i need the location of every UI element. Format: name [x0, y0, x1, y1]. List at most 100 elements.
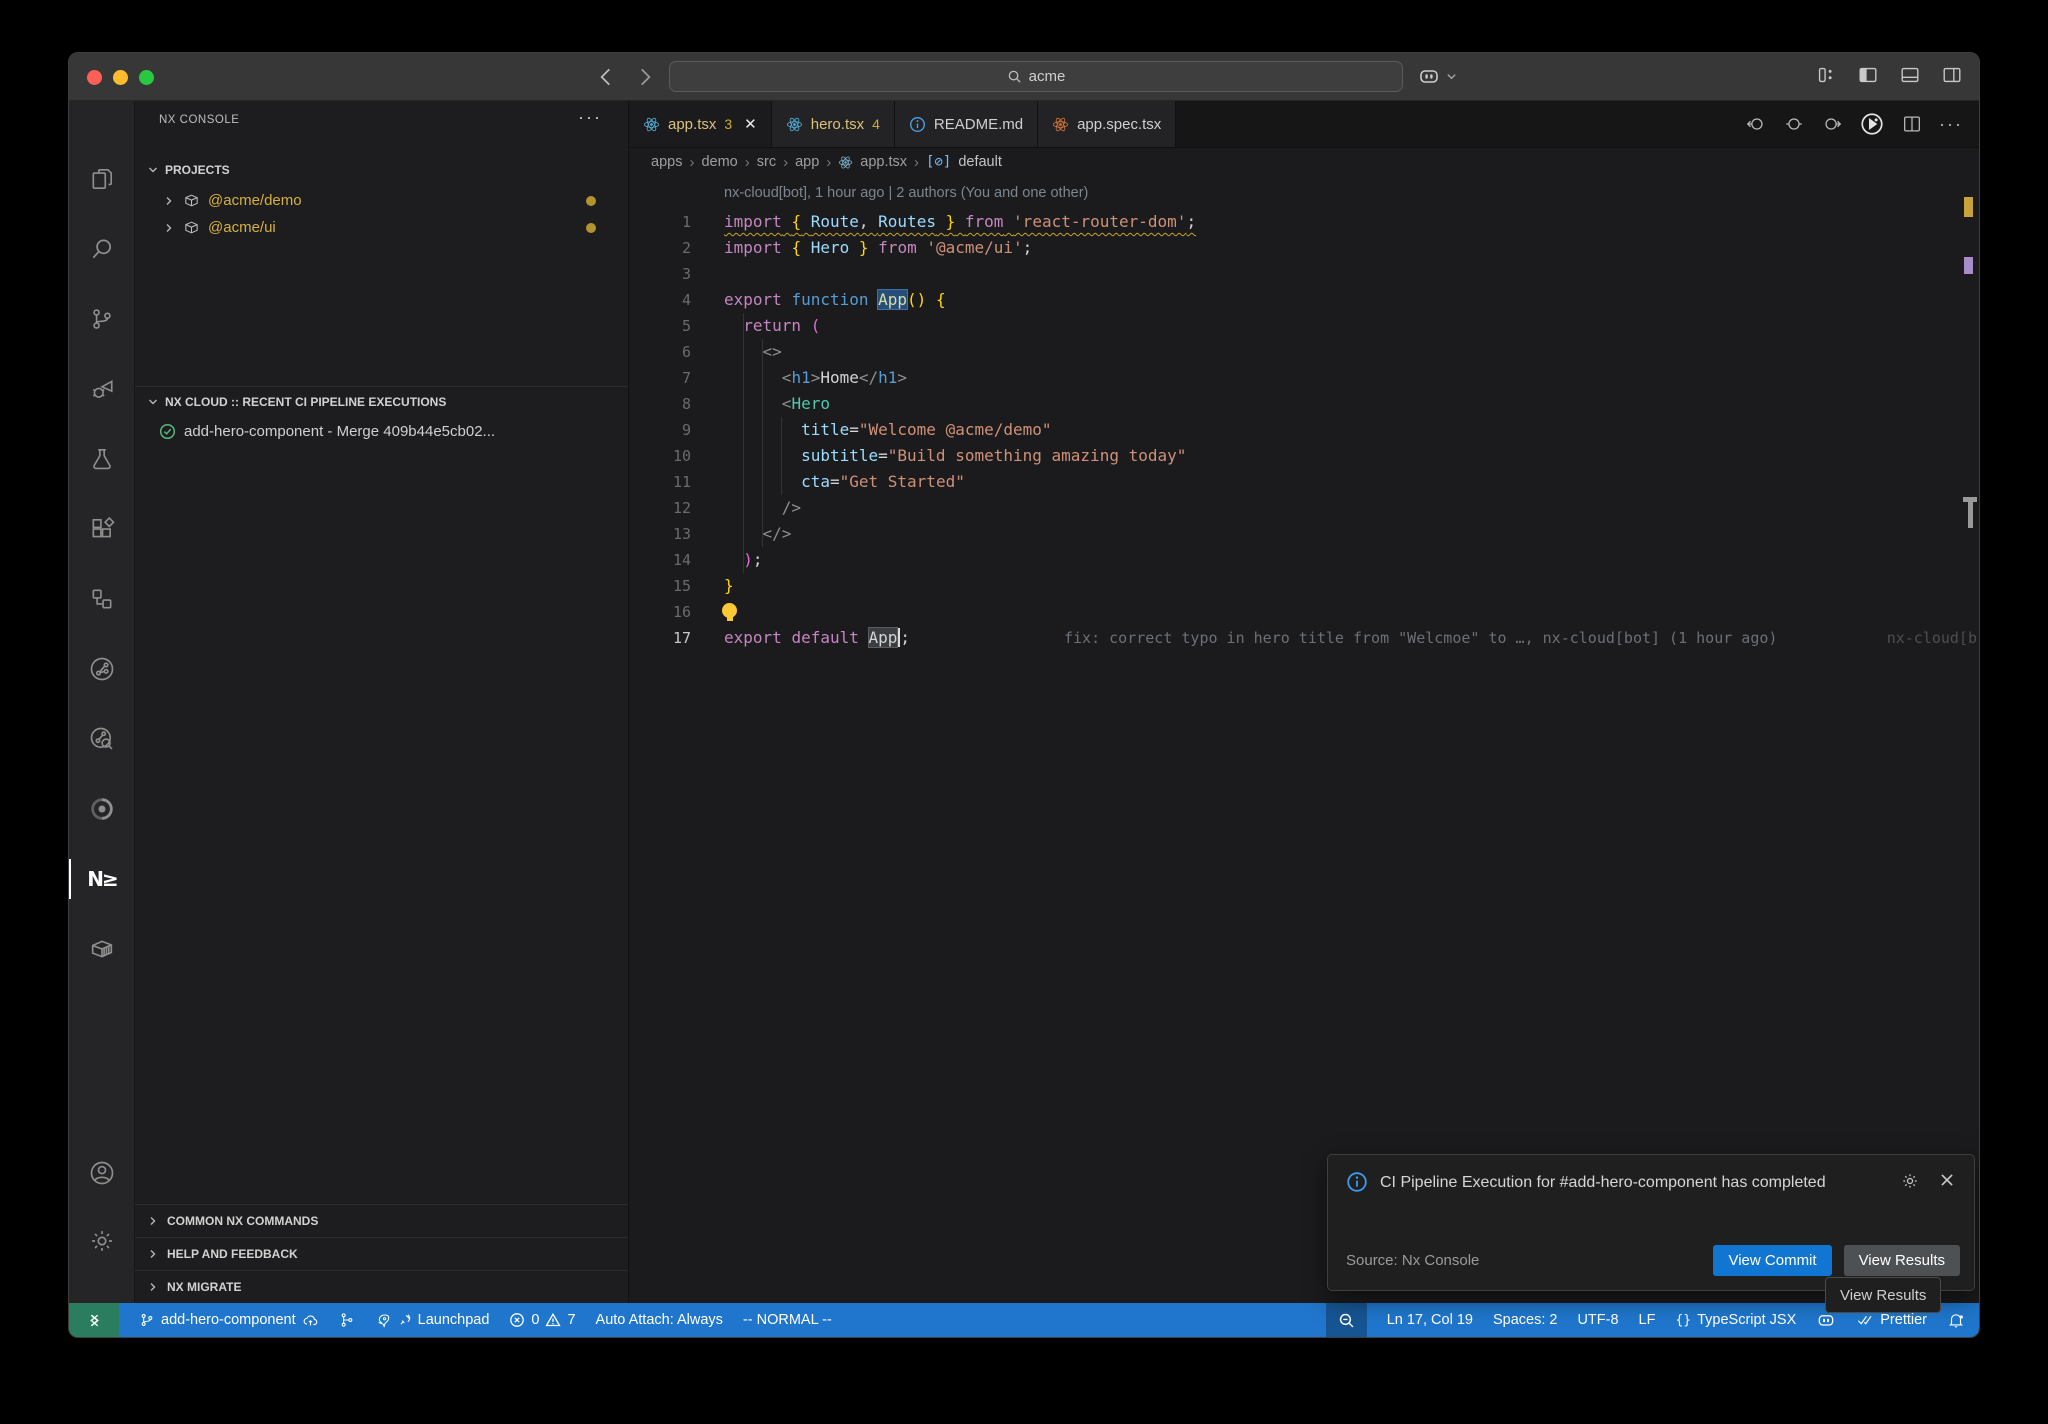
package-icon [183, 219, 200, 236]
project-item-acme-demo[interactable]: @acme/demo [135, 187, 628, 214]
nx-cloud-icon[interactable] [69, 783, 135, 835]
tab-app-spec-tsx[interactable]: app.spec.tsx [1038, 101, 1176, 147]
code-line-1[interactable]: 1import { Route, Routes } from 'react-ro… [629, 209, 1979, 235]
git-branch-status[interactable]: add-hero-component [139, 1312, 319, 1329]
testing-icon[interactable] [69, 433, 135, 485]
encoding-status[interactable]: UTF-8 [1577, 1312, 1618, 1328]
code-line-14[interactable]: 14 ); [629, 547, 1979, 573]
nav-position-circle-icon[interactable] [1783, 113, 1805, 135]
zoom-status[interactable] [1326, 1303, 1367, 1337]
search-view-icon[interactable] [69, 223, 135, 275]
nav-forward-icon[interactable] [632, 64, 658, 90]
gitlens-branch-status[interactable] [339, 1312, 355, 1328]
run-target-icon[interactable] [69, 643, 135, 695]
chevron-right-icon [147, 1248, 159, 1260]
code-line-5[interactable]: 5 return ( [629, 313, 1979, 339]
vim-mode-status[interactable]: -- NORMAL -- [743, 1312, 832, 1328]
lightbulb-icon[interactable] [722, 603, 737, 618]
close-icon[interactable]: ✕ [744, 115, 757, 133]
notification-settings-gear-icon[interactable] [1900, 1171, 1920, 1195]
line-number: 2 [629, 235, 691, 261]
code-text: cta="Get Started" [724, 469, 965, 495]
code-line-16[interactable]: 16 [629, 599, 1979, 625]
breadcrumb-item[interactable]: apps [651, 154, 682, 170]
cursor-position-status[interactable]: Ln 17, Col 19 [1387, 1312, 1473, 1328]
traffic-zoom-button[interactable] [139, 70, 154, 85]
symbol-icon: [⊘] [926, 154, 951, 170]
tab-app-tsx[interactable]: app.tsx 3 ✕ [629, 101, 772, 147]
notifications-bell-icon[interactable] [1947, 1311, 1965, 1329]
nx-console-icon[interactable]: N≥ [69, 853, 135, 905]
breadcrumb-item[interactable]: app [795, 154, 819, 170]
explorer-icon[interactable] [69, 153, 135, 205]
problems-status[interactable]: 0 7 [509, 1312, 575, 1328]
account-menu[interactable] [1417, 64, 1457, 88]
section-help-and-feedback[interactable]: HELP AND FEEDBACK [135, 1237, 628, 1270]
code-line-9[interactable]: 9 title="Welcome @acme/demo" [629, 417, 1979, 443]
code-line-13[interactable]: 13 </> [629, 521, 1979, 547]
code-line-2[interactable]: 2 import { Hero } from '@acme/ui'; [629, 235, 1979, 261]
code-line-8[interactable]: 8 <Hero [629, 391, 1979, 417]
sidebar-more-actions-icon[interactable]: ··· [578, 107, 602, 128]
run-debug-icon[interactable] [69, 363, 135, 415]
code-line-15[interactable]: 15} [629, 573, 1979, 599]
section-nx-cloud[interactable]: NX CLOUD :: RECENT CI PIPELINE EXECUTION… [135, 386, 628, 416]
language-mode-status[interactable]: {}TypeScript JSX [1675, 1312, 1796, 1328]
source-control-icon[interactable] [69, 293, 135, 345]
inspect-icon[interactable] [69, 713, 135, 765]
section-projects[interactable]: PROJECTS [135, 156, 628, 184]
indentation-status[interactable]: Spaces: 2 [1493, 1312, 1558, 1328]
sidebar-nx-console: NX CONSOLE ··· PROJECTS @acme/demo @acme… [135, 101, 629, 1303]
traffic-minimize-button[interactable] [113, 70, 128, 85]
code-editor[interactable]: nx-cloud[bot], 1 hour ago | 2 authors (Y… [629, 177, 1979, 1303]
breadcrumb-item[interactable]: src [757, 154, 776, 170]
split-editor-icon[interactable] [1901, 113, 1923, 135]
eol-status[interactable]: LF [1639, 1312, 1656, 1328]
run-file-icon[interactable] [1859, 111, 1885, 137]
toggle-panel-icon[interactable] [1899, 64, 1921, 86]
nav-forward-circle-icon[interactable] [1821, 113, 1843, 135]
formatter-status[interactable]: Prettier [1856, 1311, 1927, 1329]
auto-attach-status[interactable]: Auto Attach: Always [596, 1312, 723, 1328]
more-actions-icon[interactable]: ··· [1939, 114, 1963, 135]
breadcrumb-item[interactable]: app.tsx [860, 154, 907, 170]
command-center-search[interactable]: acme [669, 61, 1403, 92]
code-line-11[interactable]: 11 cta="Get Started" [629, 469, 1979, 495]
code-line-4[interactable]: 4export function App() { [629, 287, 1979, 313]
project-item-acme-ui[interactable]: @acme/ui [135, 214, 628, 241]
code-line-6[interactable]: 6 <> [629, 339, 1979, 365]
view-results-button[interactable]: View Results [1844, 1245, 1960, 1276]
extensions-icon[interactable] [69, 503, 135, 555]
containers-icon[interactable] [69, 923, 135, 975]
tab-readme-md[interactable]: README.md [895, 101, 1038, 147]
toggle-secondary-sidebar-icon[interactable] [1941, 64, 1963, 86]
code-line-3[interactable]: 3 [629, 261, 1979, 287]
project-graph-icon[interactable] [69, 573, 135, 625]
traffic-close-button[interactable] [87, 70, 102, 85]
copilot-status-icon[interactable] [1816, 1310, 1836, 1330]
code-text: import { Hero } from '@acme/ui'; [724, 235, 1032, 261]
code-line-7[interactable]: 7 <h1>Home</h1> [629, 365, 1979, 391]
code-line-10[interactable]: 10 subtitle="Build something amazing tod… [629, 443, 1979, 469]
toggle-primary-sidebar-icon[interactable] [1857, 64, 1879, 86]
code-line-17[interactable]: 17export default App;fix: correct typo i… [629, 625, 1979, 651]
breadcrumb-item[interactable]: default [958, 154, 1002, 170]
section-nx-migrate[interactable]: NX MIGRATE [135, 1270, 628, 1303]
view-commit-button[interactable]: View Commit [1713, 1245, 1831, 1276]
account-icon[interactable] [69, 1147, 135, 1199]
nav-back-circle-icon[interactable] [1745, 113, 1767, 135]
pipeline-execution-item[interactable]: add-hero-component - Merge 409b44e5cb02.… [135, 418, 628, 445]
customize-layout-icon[interactable] [1815, 64, 1837, 86]
breadcrumb-item[interactable]: demo [701, 154, 737, 170]
notification-close-icon[interactable] [1938, 1171, 1956, 1195]
remote-indicator[interactable] [69, 1303, 119, 1337]
code-line-12[interactable]: 12 /> [629, 495, 1979, 521]
launchpad-status[interactable]: Launchpad [375, 1312, 490, 1329]
check-circle-icon [159, 423, 176, 440]
nav-back-icon[interactable] [593, 64, 619, 90]
settings-gear-icon[interactable] [69, 1215, 135, 1267]
section-common-nx-commands[interactable]: COMMON NX COMMANDS [135, 1204, 628, 1237]
tab-hero-tsx[interactable]: hero.tsx 4 [772, 101, 895, 147]
modified-dot [586, 196, 596, 206]
info-icon [909, 116, 926, 133]
